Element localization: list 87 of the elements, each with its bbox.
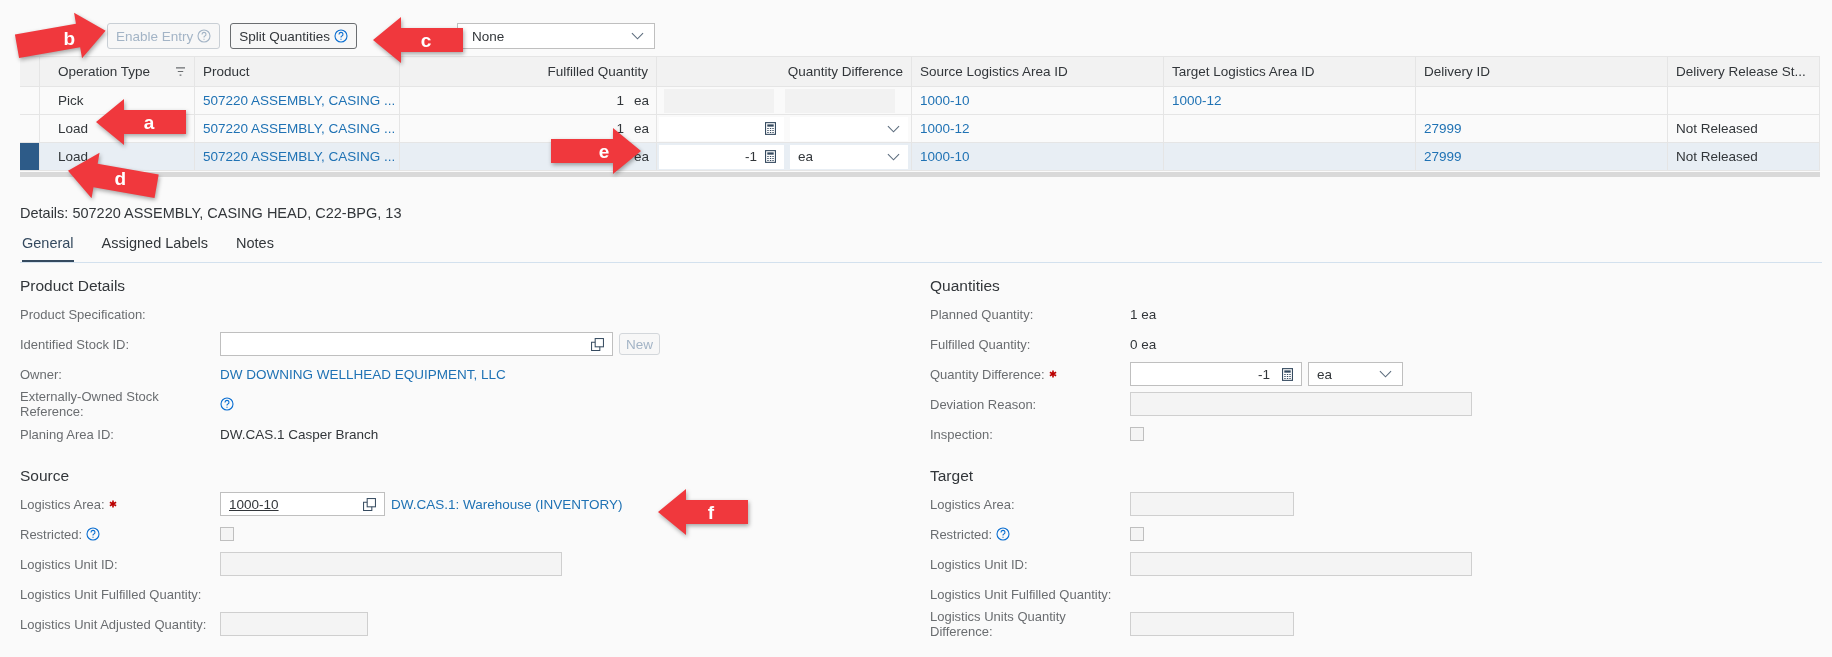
calculator-icon bbox=[1282, 367, 1293, 381]
caret-icon bbox=[887, 152, 900, 161]
value-help-icon bbox=[591, 337, 604, 351]
field-label: Logistics Units Quantity Difference: bbox=[930, 609, 1067, 639]
details-title: Details: 507220 ASSEMBLY, CASING HEAD, C22-BPG, 13 bbox=[20, 205, 403, 221]
column-header[interactable]: Quantity Difference bbox=[657, 57, 912, 86]
caret-icon bbox=[631, 32, 645, 40]
calculator-icon bbox=[765, 150, 776, 163]
column-header[interactable]: Delivery Release St... bbox=[1668, 57, 1820, 86]
quantity-input[interactable]: -1 bbox=[1130, 362, 1302, 386]
field-label: Logistics Unit Adjusted Quantity: bbox=[20, 616, 207, 632]
field-label: Logistics Unit Fulfilled Quantity: bbox=[930, 586, 1112, 602]
field-label: Identified Stock ID: bbox=[20, 336, 130, 352]
column-header[interactable]: Delivery ID bbox=[1416, 57, 1668, 86]
column-header[interactable]: Target Logistics Area ID bbox=[1164, 57, 1416, 86]
warehouse-link[interactable]: DW.CAS.1: Warehouse (INVENTORY) bbox=[391, 496, 623, 512]
table-cell: Not Released bbox=[1676, 149, 1758, 164]
field-label: Logistics Unit ID: bbox=[20, 556, 118, 572]
field-label: Product Specification: bbox=[20, 306, 146, 322]
area-link[interactable]: 1000-10 bbox=[920, 149, 970, 164]
checkbox[interactable] bbox=[1130, 527, 1144, 541]
section-heading: Product Details bbox=[20, 276, 127, 296]
help-icon[interactable] bbox=[996, 527, 1011, 541]
field-label: Owner: bbox=[20, 366, 62, 382]
delivery-link[interactable]: 27999 bbox=[1424, 149, 1462, 164]
section-heading: Target bbox=[930, 466, 975, 486]
help-icon[interactable] bbox=[220, 397, 234, 411]
section-heading: Quantities bbox=[930, 276, 1001, 296]
area-link[interactable]: 1000-12 bbox=[1172, 93, 1222, 108]
field-label: Restricted: bbox=[930, 526, 993, 542]
tab[interactable]: Notes bbox=[236, 229, 274, 262]
field-label: Logistics Area: bbox=[930, 496, 1015, 512]
field-label: Planned Quantity: bbox=[930, 306, 1034, 322]
field-label: Restricted: bbox=[20, 526, 83, 542]
field-label: Fulfilled Quantity: bbox=[930, 336, 1031, 352]
field-value: DW.CAS.1 Casper Branch bbox=[220, 426, 379, 442]
row-selector[interactable] bbox=[20, 143, 40, 170]
field-label: Inspection: bbox=[930, 426, 993, 442]
field-label: Externally-Owned Stock Reference: bbox=[20, 389, 160, 419]
field-label: Logistics Area: bbox=[20, 496, 105, 512]
unit-select[interactable]: ea bbox=[1308, 362, 1403, 386]
toolbar-button[interactable]: Split Quantities bbox=[230, 23, 358, 49]
quantity-input[interactable] bbox=[659, 116, 784, 141]
field-label: Planing Area ID: bbox=[20, 426, 114, 442]
table-cell: Not Released bbox=[1676, 121, 1758, 136]
callout-arrow: f bbox=[658, 489, 748, 535]
calculator-icon bbox=[765, 122, 776, 135]
caret-icon bbox=[887, 124, 900, 133]
checkbox[interactable] bbox=[1130, 427, 1144, 441]
checkbox[interactable] bbox=[220, 527, 234, 541]
section-heading: Source bbox=[20, 466, 71, 486]
logistics-area-field[interactable]: 1000-10 bbox=[220, 492, 385, 516]
column-header[interactable]: Source Logistics Area ID bbox=[912, 57, 1164, 86]
product-link[interactable]: 507220 ASSEMBLY, CASING ... bbox=[203, 121, 396, 136]
field-label: Logistics Unit ID: bbox=[930, 556, 1028, 572]
unit-select[interactable]: ea bbox=[790, 144, 908, 169]
product-link[interactable]: 507220 ASSEMBLY, CASING ... bbox=[203, 149, 396, 164]
delivery-link[interactable]: 27999 bbox=[1424, 121, 1462, 136]
quantity-input[interactable]: -1 bbox=[659, 144, 784, 169]
owner-link[interactable]: DW DOWNING WELLHEAD EQUIPMENT, LLC bbox=[220, 366, 506, 382]
value-help-icon bbox=[363, 497, 376, 511]
area-link[interactable]: 1000-10 bbox=[920, 93, 970, 108]
unit-text: ea bbox=[634, 149, 648, 164]
table-cell: Pick bbox=[58, 93, 84, 108]
field-label: Deviation Reason: bbox=[930, 396, 1037, 412]
tab[interactable]: Assigned Labels bbox=[101, 229, 208, 262]
field-value: 0 ea bbox=[1130, 336, 1157, 352]
unit-text: ea bbox=[634, 121, 648, 136]
table-cell: 1 bbox=[616, 93, 624, 108]
table-cell: 1 bbox=[616, 121, 624, 136]
area-link[interactable]: 1000-12 bbox=[920, 121, 970, 136]
product-link[interactable]: 507220 ASSEMBLY, CASING ... bbox=[203, 93, 396, 108]
callout-arrow: a bbox=[96, 99, 186, 145]
stock-id-field[interactable] bbox=[220, 332, 613, 356]
caret-icon bbox=[1379, 370, 1392, 378]
field-label: Logistics Unit Fulfilled Quantity: bbox=[20, 586, 202, 602]
tab[interactable]: General bbox=[22, 229, 74, 262]
unit-text: ea bbox=[634, 93, 648, 108]
column-header[interactable]: Operation Type bbox=[40, 57, 195, 86]
table-cell: Load bbox=[58, 149, 89, 164]
field-value: 1 ea bbox=[1130, 306, 1157, 322]
unit-select[interactable] bbox=[790, 116, 908, 141]
callout-arrow: c bbox=[373, 17, 463, 63]
field-label: Quantity Difference: bbox=[930, 366, 1045, 382]
help-icon[interactable] bbox=[86, 527, 101, 541]
dropdown[interactable]: None bbox=[457, 23, 656, 49]
table-cell: Load bbox=[58, 121, 89, 136]
